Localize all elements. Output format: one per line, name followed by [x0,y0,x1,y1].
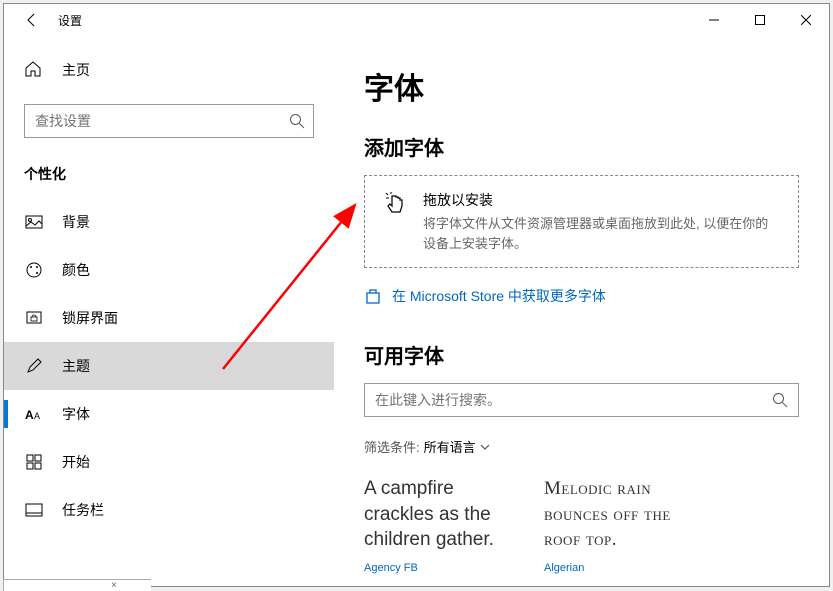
drop-title: 拖放以安装 [423,190,780,210]
nav-label: 颜色 [62,260,90,280]
home-label: 主页 [62,60,90,80]
search-box[interactable] [24,104,314,138]
font-drop-zone[interactable]: 拖放以安装 将字体文件从文件资源管理器或桌面拖放到此处, 以便在你的设备上安装字… [364,175,799,268]
arrow-left-icon [24,12,40,28]
titlebar: 设置 [4,4,829,36]
home-icon [24,60,44,80]
minimize-button[interactable] [691,4,737,36]
nav-label: 背景 [62,212,90,232]
page-heading: 字体 [364,64,799,108]
settings-window: 设置 主页 个性化 背景 [3,3,830,587]
svg-text:A: A [34,411,40,421]
font-icon: AA [24,404,44,424]
nav-background[interactable]: 背景 [4,198,334,246]
store-link-text: 在 Microsoft Store 中获取更多字体 [392,286,606,306]
font-search-input[interactable] [375,392,772,408]
window-controls [691,4,829,36]
nav-taskbar[interactable]: 任务栏 [4,486,334,534]
category-title: 个性化 [4,158,334,198]
available-fonts-heading: 可用字体 [364,340,799,369]
add-fonts-heading: 添加字体 [364,132,799,161]
picture-icon [24,212,44,232]
minimize-icon [709,15,719,25]
nav-fonts[interactable]: AA 字体 [4,390,334,438]
drag-hand-icon [383,192,409,218]
font-search-box[interactable] [364,383,799,417]
taskbar-icon [24,500,44,520]
search-icon [289,113,305,129]
font-card[interactable]: Melodic rain bounces off the roof top. A… [544,476,704,574]
store-icon [364,287,382,305]
font-grid: A campfire crackles as the children gath… [364,476,799,574]
background-window-tabs: × [3,579,151,591]
nav-colors[interactable]: 颜色 [4,246,334,294]
brush-icon [24,356,44,376]
nav-label: 任务栏 [62,500,104,520]
nav-lockscreen[interactable]: 锁屏界面 [4,294,334,342]
sidebar: 主页 个性化 背景 颜色 锁屏界面 [4,36,334,586]
window-title: 设置 [58,12,82,29]
maximize-button[interactable] [737,4,783,36]
maximize-icon [755,15,765,25]
filter-row[interactable]: 筛选条件: 所有语言 [364,437,799,456]
drop-text: 拖放以安装 将字体文件从文件资源管理器或桌面拖放到此处, 以便在你的设备上安装字… [423,190,780,253]
font-card[interactable]: A campfire crackles as the children gath… [364,476,524,574]
close-icon [801,15,811,25]
lockscreen-icon [24,308,44,328]
filter-value: 所有语言 [424,437,476,456]
main-content: 字体 添加字体 拖放以安装 将字体文件从文件资源管理器或桌面拖放到此处, 以便在… [334,36,829,586]
nav-label: 开始 [62,452,90,472]
body-area: 主页 个性化 背景 颜色 锁屏界面 [4,36,829,586]
close-button[interactable] [783,4,829,36]
store-link[interactable]: 在 Microsoft Store 中获取更多字体 [364,286,799,306]
nav-start[interactable]: 开始 [4,438,334,486]
filter-label: 筛选条件: [364,437,420,456]
search-icon [772,392,788,408]
start-icon [24,452,44,472]
nav-themes[interactable]: 主题 [4,342,334,390]
font-preview: Melodic rain bounces off the roof top. [544,476,704,556]
chevron-down-icon [480,442,490,452]
drop-description: 将字体文件从文件资源管理器或桌面拖放到此处, 以便在你的设备上安装字体。 [423,214,780,253]
back-button[interactable] [12,4,52,36]
font-name: Algerian [544,562,704,574]
home-link[interactable]: 主页 [4,50,334,90]
font-preview: A campfire crackles as the children gath… [364,476,524,556]
nav-label: 字体 [62,404,90,424]
search-input[interactable] [35,113,289,129]
nav-label: 主题 [62,356,90,376]
font-name: Agency FB [364,562,524,574]
palette-icon [24,260,44,280]
nav-label: 锁屏界面 [62,308,118,328]
svg-text:A: A [25,408,34,422]
